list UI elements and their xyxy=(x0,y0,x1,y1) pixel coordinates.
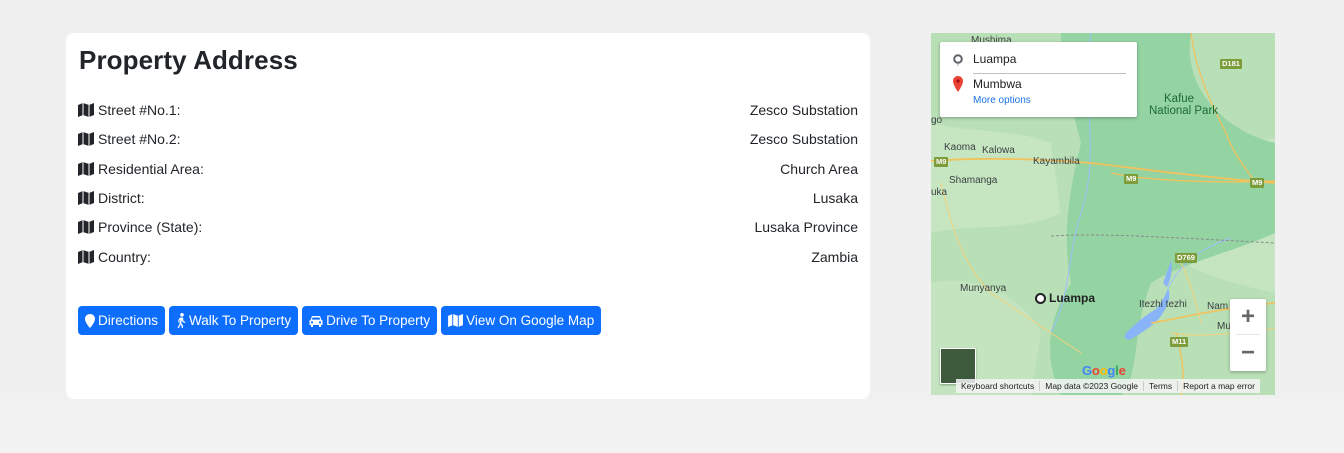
row-value: Zesco Substation xyxy=(749,131,858,147)
zoom-in-button[interactable]: + xyxy=(1230,299,1266,335)
car-icon xyxy=(309,315,323,327)
directions-panel: Luampa Mumbwa More options xyxy=(940,42,1137,117)
map-icon xyxy=(78,132,94,146)
place-label: Kaoma xyxy=(944,142,976,153)
address-row-country: Country: Zambia xyxy=(78,247,858,267)
row-label: District: xyxy=(98,190,145,206)
map-icon xyxy=(78,162,94,176)
row-value: Zambia xyxy=(811,249,858,265)
place-label: Nam xyxy=(1207,301,1229,312)
row-label: Street #No.1: xyxy=(98,102,181,118)
row-label: Residential Area: xyxy=(98,161,204,177)
map-marker-icon xyxy=(85,313,95,328)
row-value: Lusaka Province xyxy=(754,219,858,235)
page-footer-band xyxy=(0,399,1344,453)
map-icon xyxy=(78,220,94,234)
directions-button[interactable]: Directions xyxy=(78,306,166,335)
address-row-residential-area: Residential Area: Church Area xyxy=(78,159,858,179)
map-icon xyxy=(78,103,94,117)
map-attribution: Keyboard shortcuts Map data ©2023 Google… xyxy=(956,379,1260,393)
origin-text[interactable]: Luampa xyxy=(973,52,1016,66)
page-title: Property Address xyxy=(79,45,298,75)
row-value: Lusaka xyxy=(812,190,858,206)
action-buttons: Directions Walk To Property Drive To Pro… xyxy=(78,306,602,335)
row-label: Country: xyxy=(98,249,151,265)
origin-circle-icon xyxy=(953,54,963,69)
google-logo: Google xyxy=(1082,363,1126,378)
road-shield: D769 xyxy=(1175,253,1197,263)
road-shield: M11 xyxy=(1170,337,1189,347)
zoom-control: + − xyxy=(1230,299,1266,371)
view-on-google-map-button[interactable]: View On Google Map xyxy=(441,306,602,335)
place-label: Kayambila xyxy=(1033,156,1080,167)
map-icon xyxy=(78,191,94,205)
report-map-error-link[interactable]: Report a map error xyxy=(1178,381,1260,391)
road-shield: M9 xyxy=(934,157,949,167)
address-row-province: Province (State): Lusaka Province xyxy=(78,217,858,237)
place-label: National Park xyxy=(1149,105,1219,117)
map-data-text: Map data ©2023 Google xyxy=(1040,381,1144,391)
address-row-street-2: Street #No.2: Zesco Substation xyxy=(78,129,858,149)
road-shield: M9 xyxy=(1250,178,1265,188)
place-label: Munyanya xyxy=(960,283,1007,294)
place-label: Mu xyxy=(1217,321,1231,332)
map-icon xyxy=(448,314,464,327)
zoom-out-button[interactable]: − xyxy=(1230,335,1266,371)
row-value: Zesco Substation xyxy=(749,102,858,118)
walking-icon xyxy=(176,313,186,328)
origin-marker[interactable]: Luampa xyxy=(1035,291,1095,305)
road-shield: M9 xyxy=(1124,174,1139,184)
property-address-card: Property Address Street #No.1: Zesco Sub… xyxy=(66,33,870,399)
address-row-district: District: Lusaka xyxy=(78,188,858,208)
address-row-street-1: Street #No.1: Zesco Substation xyxy=(78,100,858,120)
place-label: Kalowa xyxy=(982,145,1015,156)
divider xyxy=(973,73,1126,74)
row-label: Province (State): xyxy=(98,219,203,235)
drive-to-property-button[interactable]: Drive To Property xyxy=(302,306,438,335)
place-label: uka xyxy=(931,187,948,198)
row-value: Church Area xyxy=(780,161,858,177)
destination-text[interactable]: Mumbwa xyxy=(973,77,1022,91)
destination-pin-icon xyxy=(953,76,963,95)
keyboard-shortcuts-link[interactable]: Keyboard shortcuts xyxy=(956,381,1041,391)
walk-to-property-button[interactable]: Walk To Property xyxy=(169,306,299,335)
place-label: Itezhi tezhi xyxy=(1139,299,1187,310)
terms-link[interactable]: Terms xyxy=(1144,381,1179,391)
place-label: Shamanga xyxy=(949,175,998,186)
google-map[interactable]: Mushima Kafue National Park Kaoma Kalowa… xyxy=(931,33,1275,395)
road-shield: D181 xyxy=(1220,59,1242,69)
row-label: Street #No.2: xyxy=(98,131,181,147)
map-icon xyxy=(78,250,94,264)
circle-marker-icon xyxy=(1035,292,1046,304)
more-options-link[interactable]: More options xyxy=(973,95,1031,106)
